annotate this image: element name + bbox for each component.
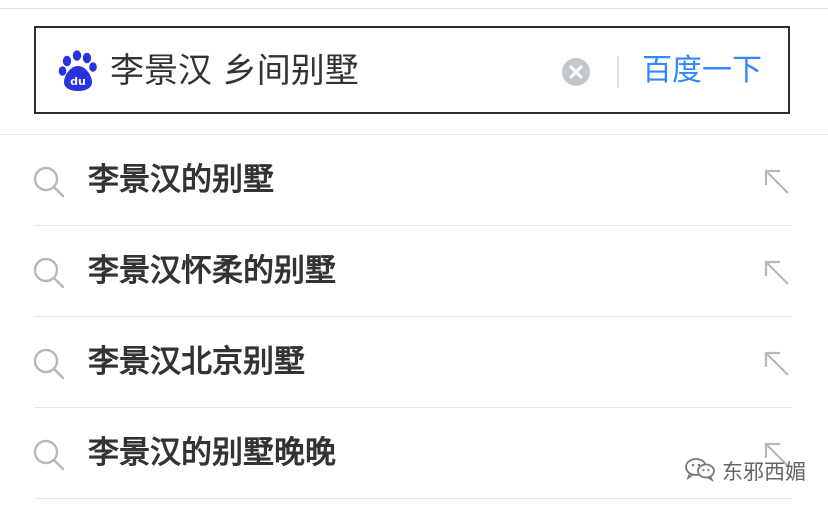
- arrow-up-left-icon[interactable]: [762, 167, 792, 197]
- search-input[interactable]: 李景汉 乡间别墅: [110, 48, 359, 94]
- suggestion-text: 李景汉北京别墅: [88, 344, 305, 380]
- suggestion-item[interactable]: 李景汉的别墅: [0, 135, 828, 226]
- baidu-paw-icon[interactable]: du: [58, 50, 98, 92]
- search-submit-button[interactable]: 百度一下: [642, 48, 762, 94]
- watermark: 东邪西媚: [684, 456, 806, 486]
- suggestion-item[interactable]: 李景汉怀柔的别墅: [0, 226, 828, 317]
- search-icon: [32, 347, 66, 381]
- arrow-up-left-icon[interactable]: [762, 258, 792, 288]
- suggestion-list: 李景汉的别墅 李景汉怀柔的别墅 李景汉北京别墅 李景汉的别墅晚晚: [0, 135, 828, 499]
- divider: [617, 56, 619, 88]
- wechat-icon: [684, 456, 716, 486]
- svg-text:du: du: [70, 75, 86, 88]
- search-icon: [32, 165, 66, 199]
- clear-icon[interactable]: [562, 58, 590, 86]
- search-icon: [32, 438, 66, 472]
- suggestion-item[interactable]: 李景汉北京别墅: [0, 317, 828, 408]
- search-icon: [32, 256, 66, 290]
- suggestion-text: 李景汉的别墅晚晚: [88, 435, 336, 471]
- search-bar[interactable]: du 李景汉 乡间别墅 百度一下: [34, 26, 790, 114]
- suggestion-text: 李景汉的别墅: [88, 162, 274, 198]
- row-divider: [34, 498, 792, 499]
- suggestion-text: 李景汉怀柔的别墅: [88, 253, 336, 289]
- arrow-up-left-icon[interactable]: [762, 349, 792, 379]
- browser-top-edge: [0, 0, 828, 9]
- watermark-text: 东邪西媚: [722, 460, 806, 484]
